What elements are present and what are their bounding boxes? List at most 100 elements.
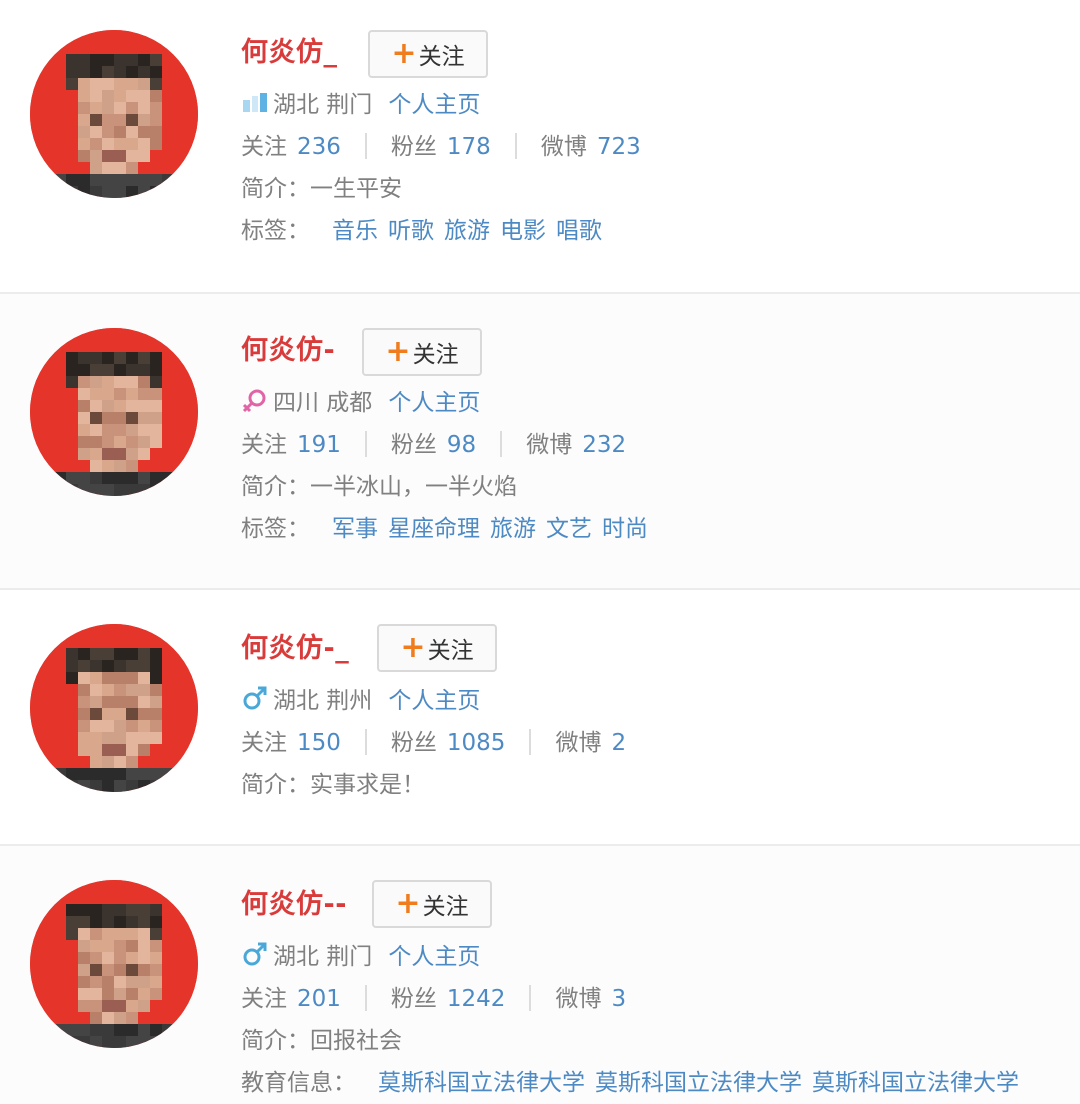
weibo-count[interactable]: 723 <box>597 134 641 160</box>
bio-row: 简介：一半冰山，一半火焰 <box>241 472 517 502</box>
fans-label: 粉丝 <box>390 986 437 1012</box>
plus-icon: + <box>385 334 411 369</box>
location-text: 湖北 荆州 <box>273 688 373 714</box>
avatar[interactable] <box>30 328 198 496</box>
education-school[interactable]: 莫斯科国立法律大学 <box>595 1070 802 1096</box>
home-link[interactable]: 个人主页 <box>388 944 480 970</box>
tags-label: 标签： <box>241 218 310 244</box>
tag[interactable]: 电影 <box>500 218 546 244</box>
home-link[interactable]: 个人主页 <box>388 390 480 416</box>
fans-count[interactable]: 1085 <box>447 730 506 756</box>
fans-label: 粉丝 <box>390 134 437 160</box>
weibo-count[interactable]: 232 <box>582 432 626 458</box>
education-school[interactable]: 莫斯科国立法律大学 <box>812 1070 1019 1096</box>
follow-button[interactable]: + 关注 <box>368 30 488 78</box>
fans-count[interactable]: 178 <box>447 134 491 160</box>
user-name[interactable]: 何炎仿- <box>241 336 335 366</box>
fans-label: 粉丝 <box>390 432 437 458</box>
education-label: 教育信息： <box>241 1070 356 1096</box>
follow-label: 关注 <box>418 44 465 70</box>
user-name[interactable]: 何炎仿_ <box>241 38 338 68</box>
follow-button[interactable]: + 关注 <box>372 880 492 928</box>
divider <box>500 431 503 457</box>
weibo-count[interactable]: 3 <box>611 986 626 1012</box>
following-label: 关注 <box>241 134 287 160</box>
male-icon <box>241 686 269 712</box>
divider <box>364 133 367 159</box>
weibo-label: 微博 <box>555 730 602 756</box>
bio-label: 简介： <box>241 772 310 798</box>
weibo-label: 微博 <box>526 432 573 458</box>
plus-icon: + <box>395 886 421 921</box>
following-label: 关注 <box>241 730 287 756</box>
follow-button[interactable]: + 关注 <box>362 328 482 376</box>
tag[interactable]: 星座命理 <box>388 516 480 542</box>
location-text: 四川 成都 <box>273 390 373 416</box>
bio-label: 简介： <box>241 1028 310 1054</box>
tag[interactable]: 文艺 <box>546 516 592 542</box>
stats-row: 关注 236 粉丝 178 微博 723 <box>241 132 641 162</box>
avatar[interactable] <box>30 880 198 1048</box>
user-card-4: 何炎仿-- + 关注 湖北 荆门 个人主页 关注 201 粉丝 1242 微博 3 简介：回报… <box>0 846 1080 1104</box>
following-count[interactable]: 236 <box>297 134 341 160</box>
following-label: 关注 <box>241 986 287 1012</box>
plus-icon: + <box>400 630 426 665</box>
follow-label: 关注 <box>422 894 469 920</box>
divider <box>529 729 532 755</box>
stats-row: 关注 201 粉丝 1242 微博 3 <box>241 984 626 1014</box>
avatar[interactable] <box>30 624 198 792</box>
divider <box>514 133 517 159</box>
divider <box>529 985 532 1011</box>
tag[interactable]: 时尚 <box>602 516 648 542</box>
gender-unknown-icon <box>241 90 269 116</box>
location-text: 湖北 荆门 <box>273 944 373 970</box>
follow-label: 关注 <box>427 638 474 664</box>
weibo-label: 微博 <box>540 134 587 160</box>
bio-text: 实事求是！ <box>310 772 425 798</box>
user-card-1: 何炎仿_ + 关注 湖北 荆门 个人主页 关注 236 粉丝 178 微博 723 简介：一生… <box>0 0 1080 292</box>
user-name[interactable]: 何炎仿-_ <box>241 634 349 664</box>
bio-label: 简介： <box>241 176 310 202</box>
divider <box>364 431 367 457</box>
fans-label: 粉丝 <box>390 730 437 756</box>
stats-row: 关注 150 粉丝 1085 微博 2 <box>241 728 626 758</box>
avatar[interactable] <box>30 30 198 198</box>
tags-row: 标签： 军事 星座命理 旅游 文艺 时尚 <box>241 514 648 544</box>
male-icon <box>241 942 269 968</box>
tag[interactable]: 旅游 <box>444 218 490 244</box>
home-link[interactable]: 个人主页 <box>388 92 480 118</box>
education-row: 教育信息： 莫斯科国立法律大学 莫斯科国立法律大学 莫斯科国立法律大学 <box>241 1068 1019 1098</box>
follow-button[interactable]: + 关注 <box>377 624 497 672</box>
tag[interactable]: 听歌 <box>388 218 434 244</box>
bio-text: 一半冰山，一半火焰 <box>310 474 517 500</box>
location-row: 四川 成都 个人主页 <box>241 388 480 418</box>
fans-count[interactable]: 98 <box>447 432 476 458</box>
location-text: 湖北 荆门 <box>273 92 373 118</box>
location-row: 湖北 荆门 个人主页 <box>241 942 480 972</box>
tag[interactable]: 音乐 <box>332 218 378 244</box>
bio-row: 简介：实事求是！ <box>241 770 425 800</box>
bio-text: 回报社会 <box>310 1028 402 1054</box>
home-link[interactable]: 个人主页 <box>388 688 480 714</box>
following-count[interactable]: 191 <box>297 432 341 458</box>
bio-row: 简介：一生平安 <box>241 174 402 204</box>
following-count[interactable]: 150 <box>297 730 341 756</box>
education-school[interactable]: 莫斯科国立法律大学 <box>378 1070 585 1096</box>
tag[interactable]: 旅游 <box>490 516 536 542</box>
weibo-count[interactable]: 2 <box>611 730 626 756</box>
follow-label: 关注 <box>412 342 459 368</box>
fans-count[interactable]: 1242 <box>447 986 506 1012</box>
bio-label: 简介： <box>241 474 310 500</box>
location-row: 湖北 荆门 个人主页 <box>241 90 480 120</box>
following-label: 关注 <box>241 432 287 458</box>
divider <box>364 729 367 755</box>
tag[interactable]: 军事 <box>332 516 378 542</box>
bio-row: 简介：回报社会 <box>241 1026 402 1056</box>
following-count[interactable]: 201 <box>297 986 341 1012</box>
female-icon <box>241 388 269 414</box>
user-card-3: 何炎仿-_ + 关注 湖北 荆州 个人主页 关注 150 粉丝 1085 微博 2 简介：实事… <box>0 590 1080 844</box>
user-card-2: 何炎仿- + 关注 四川 成都 个人主页 关注 191 粉丝 98 微博 232 简介：一半冰… <box>0 294 1080 588</box>
tag[interactable]: 唱歌 <box>556 218 602 244</box>
weibo-label: 微博 <box>555 986 602 1012</box>
user-name[interactable]: 何炎仿-- <box>241 890 347 920</box>
